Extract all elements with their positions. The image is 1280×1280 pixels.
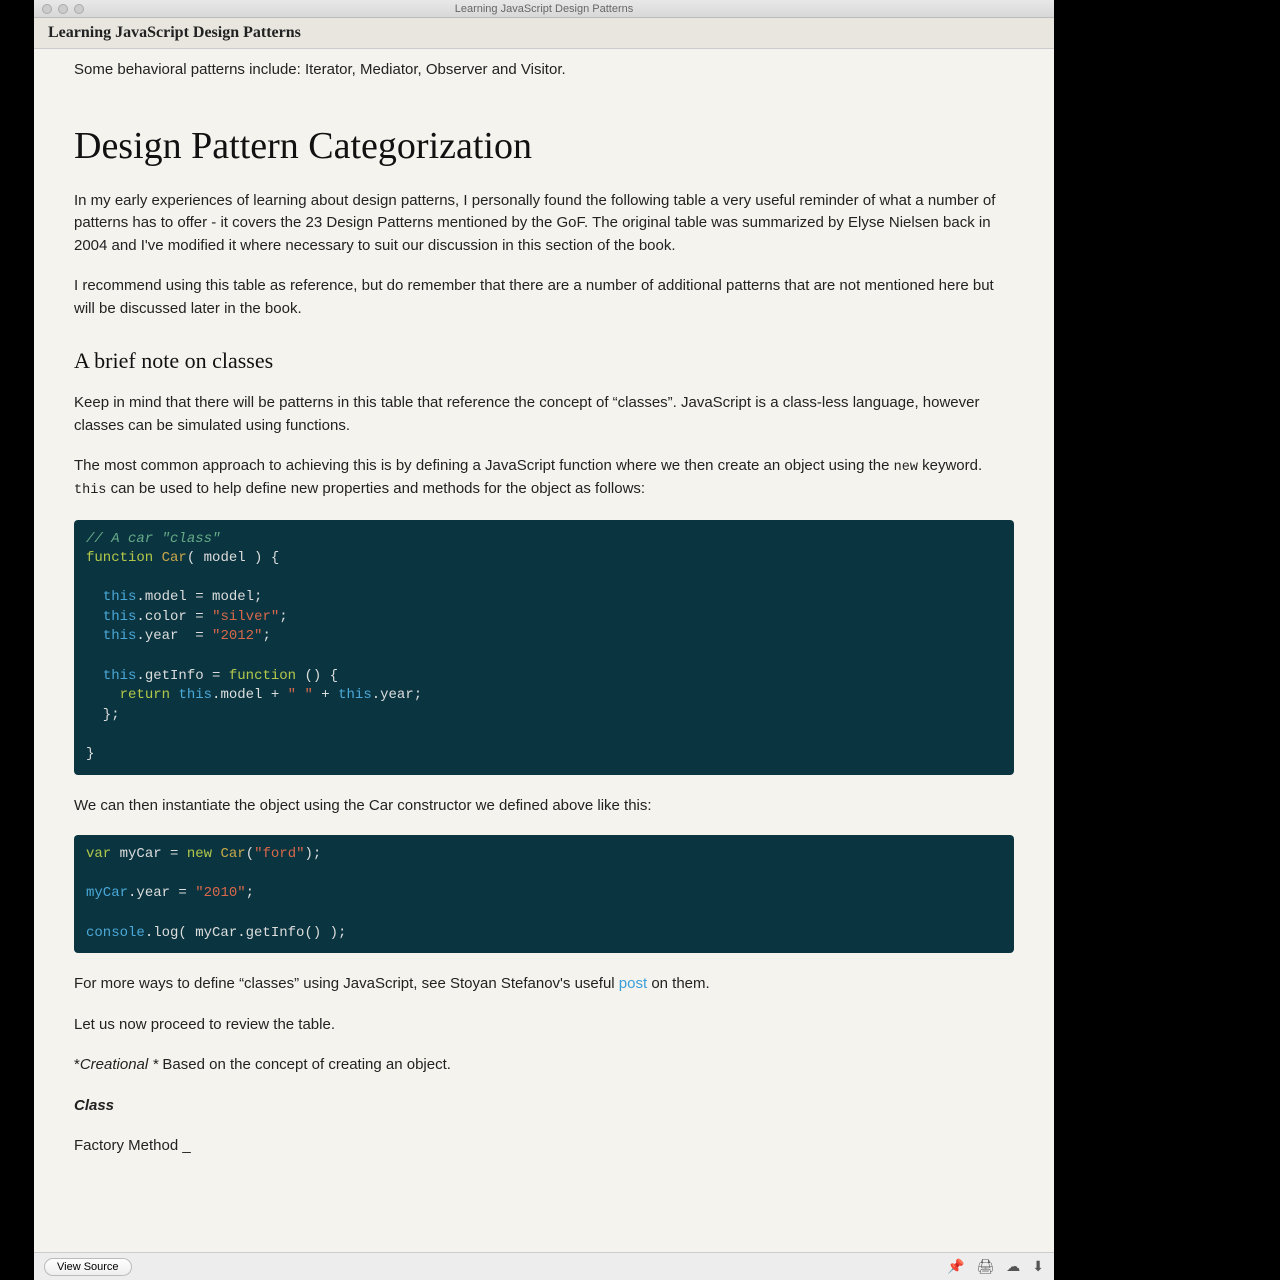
paragraph: The most common approach to achieving th…	[74, 455, 1014, 502]
pin-icon[interactable]: 📌	[947, 1258, 964, 1275]
page-header-title: Learning JavaScript Design Patterns	[48, 24, 301, 41]
titlebar: Learning JavaScript Design Patterns	[34, 0, 1054, 18]
view-source-button[interactable]: View Source	[44, 1258, 132, 1276]
paragraph: For more ways to define “classes” using …	[74, 973, 1014, 996]
inline-code: this	[74, 483, 106, 498]
paragraph: In my early experiences of learning abou…	[74, 190, 1014, 258]
window-title: Learning JavaScript Design Patterns	[34, 3, 1054, 15]
code-block: var myCar = new Car("ford"); myCar.year …	[74, 835, 1014, 953]
paragraph: Factory Method _	[74, 1135, 1014, 1158]
app-window: Learning JavaScript Design Patterns Lear…	[34, 0, 1054, 1280]
paragraph: We can then instantiate the object using…	[74, 795, 1014, 818]
print-icon[interactable]: 🖨	[976, 1258, 994, 1275]
paragraph: I recommend using this table as referenc…	[74, 275, 1014, 320]
inline-code: new	[894, 460, 918, 475]
footer-bar: View Source 📌 🖨 ☁ ⬇	[34, 1252, 1054, 1280]
paragraph: Let us now proceed to review the table.	[74, 1014, 1014, 1037]
code-block: // A car "class" function Car( model ) {…	[74, 520, 1014, 775]
section-heading: Design Pattern Categorization	[74, 124, 1014, 168]
page-header: Learning JavaScript Design Patterns	[34, 18, 1054, 49]
category-label: Class	[74, 1095, 1014, 1118]
footer-icons: 📌 🖨 ☁ ⬇	[947, 1258, 1044, 1275]
paragraph: *Creational * Based on the concept of cr…	[74, 1054, 1014, 1077]
download-icon[interactable]: ⬇	[1032, 1258, 1044, 1275]
subsection-heading: A brief note on classes	[74, 348, 1014, 374]
content-area[interactable]: Some behavioral patterns include: Iterat…	[34, 49, 1054, 1252]
cloud-icon[interactable]: ☁	[1006, 1258, 1020, 1275]
intro-text: Some behavioral patterns include: Iterat…	[74, 59, 1014, 82]
paragraph: Keep in mind that there will be patterns…	[74, 392, 1014, 437]
post-link[interactable]: post	[619, 975, 647, 992]
